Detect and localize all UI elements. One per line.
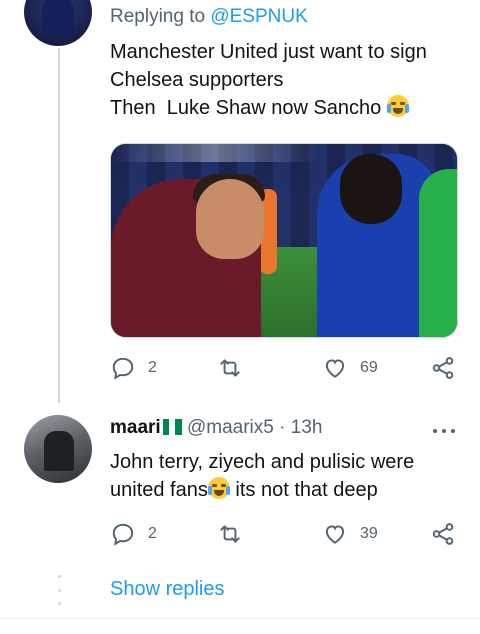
- tweet2-separator: ·: [279, 417, 286, 438]
- tweet1-like-count: 69: [360, 359, 378, 376]
- replying-to-line: Replying to @ESPNUK: [110, 6, 308, 28]
- show-replies-link[interactable]: Show replies: [110, 576, 225, 602]
- share-icon: [432, 357, 454, 379]
- tweet1-reply-button[interactable]: 2: [110, 354, 157, 382]
- tweet2-retweet-button[interactable]: [217, 520, 255, 548]
- tweet2-reply-button[interactable]: 2: [110, 520, 157, 548]
- retweet-icon: [220, 359, 240, 377]
- tears-of-joy-emoji-icon: [207, 477, 230, 499]
- avatar-espn-reply-author[interactable]: [24, 0, 92, 46]
- tweet1-video-thumbnail[interactable]: [110, 143, 458, 338]
- thread-continuation-dots: [57, 575, 61, 605]
- tweet2-text-line-2b: its not that deep: [235, 479, 378, 501]
- tweet1-reply-count: 2: [148, 359, 157, 376]
- more-options-icon[interactable]: [433, 428, 455, 434]
- tweet1-text-line-1: Manchester United just want to sign: [110, 41, 427, 63]
- reply-icon: [112, 357, 134, 380]
- thread-connector-line: [58, 48, 60, 403]
- tweet2-like-button[interactable]: 39: [322, 520, 378, 548]
- tweet1-text-line-2: Chelsea supporters: [110, 69, 284, 91]
- heart-icon: [325, 525, 345, 544]
- replying-to-handle-link[interactable]: @ESPNUK: [210, 6, 307, 27]
- replying-to-label: Replying to: [110, 6, 206, 27]
- share-icon: [432, 523, 454, 545]
- flag-stripe-right: [175, 419, 182, 435]
- laughing-man-face: [196, 179, 264, 259]
- goalkeeper-green-kit: [419, 169, 457, 337]
- tweet1-share-button[interactable]: [430, 354, 456, 382]
- tweet1-retweet-button[interactable]: [217, 354, 255, 382]
- tweet2-text-line-1: John terry, ziyech and pulisic were: [110, 451, 415, 473]
- bottom-divider: [0, 618, 480, 619]
- nigeria-flag-emoji-icon: [162, 419, 182, 435]
- tweet2-text-line-2: united fans its not that deep: [110, 476, 378, 504]
- retweet-icon: [220, 525, 240, 543]
- tweet2-reply-count: 2: [148, 525, 157, 542]
- tweet2-share-button[interactable]: [430, 520, 456, 548]
- tweet2-like-count: 39: [360, 525, 378, 542]
- reply-icon: [112, 523, 134, 546]
- avatar-figure: [42, 0, 74, 36]
- player-head: [340, 154, 402, 224]
- tweet1-like-button[interactable]: 69: [322, 354, 378, 382]
- tweet2-timestamp[interactable]: 13h: [291, 417, 323, 438]
- avatar-figure: [44, 431, 74, 471]
- tweet1-text-line-3: Then Luke Shaw now Sancho: [110, 94, 409, 122]
- tweet2-text-line-2a: united fans: [110, 479, 208, 501]
- tweet1-text-line-3-text: Then Luke Shaw now Sancho: [110, 97, 382, 119]
- tweet2-header: maari @maarix5 · 13h: [110, 416, 322, 440]
- tweet1-action-bar: 2 69: [110, 354, 456, 382]
- heart-icon: [325, 359, 345, 378]
- tweet2-action-bar: 2 39: [110, 520, 456, 548]
- avatar-maari[interactable]: [24, 415, 92, 483]
- tweet2-display-name[interactable]: maari: [110, 417, 161, 438]
- tweet2-handle[interactable]: @maarix5: [187, 417, 274, 438]
- crying-face-emoji-icon: [386, 95, 409, 117]
